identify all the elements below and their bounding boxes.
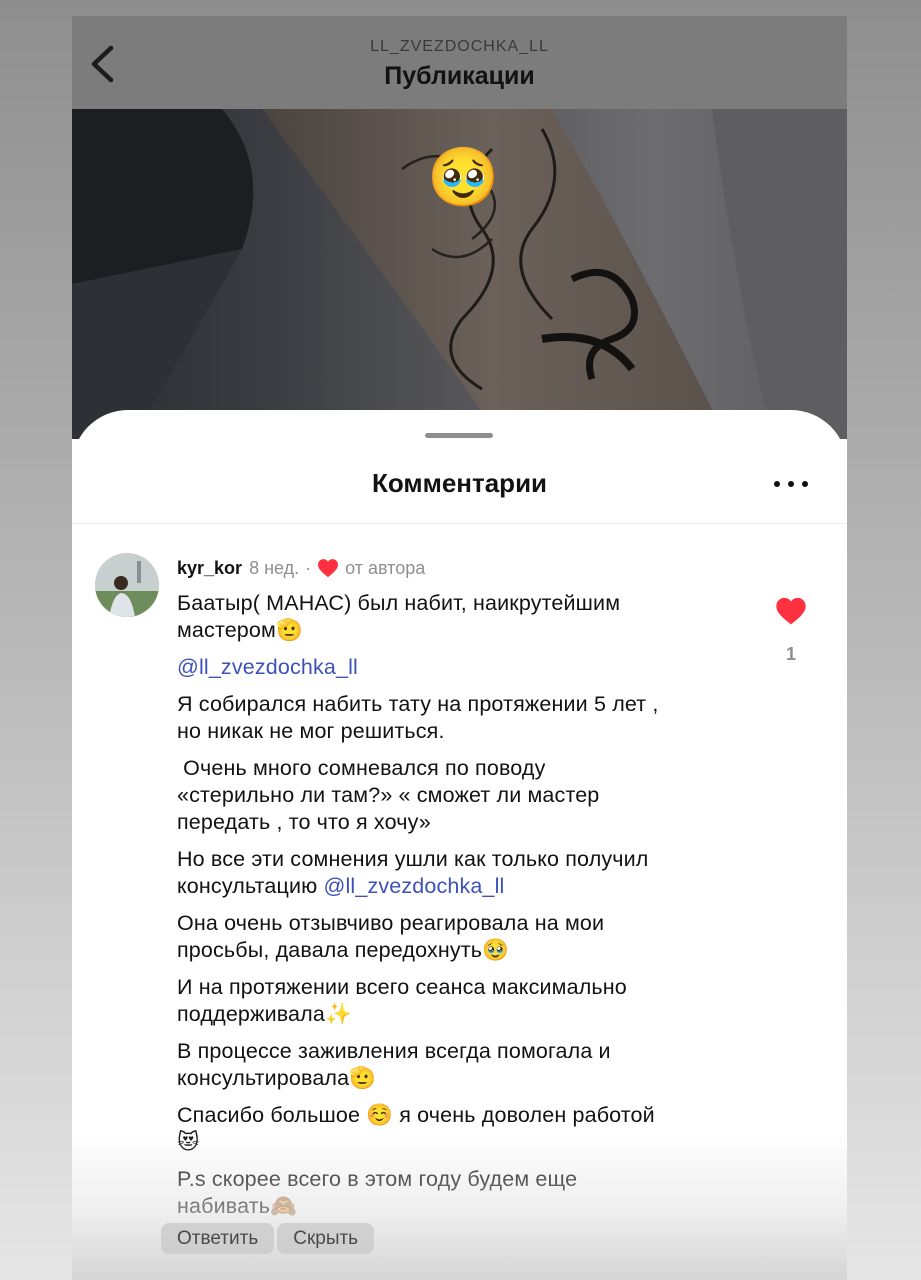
comment-text: консультировала🫡 [177, 1066, 377, 1090]
comment-text: Баатыр( МАНАС) был набит, наикрутейшим [177, 591, 621, 615]
comment-username[interactable]: kyr_kor [177, 558, 242, 579]
comment-line: мастером🫡 [177, 617, 737, 644]
comment-text: мастером🫡 [177, 618, 303, 642]
comment-time: 8 нед. [249, 557, 300, 578]
overlay-emoji: 🥹 [427, 145, 500, 210]
comment-paragraph: Я собирался набить тату на протяжении 5 … [177, 691, 737, 745]
comment-actions: Ответить Скрыть [161, 1223, 375, 1254]
comment-text: Она очень отзывчиво реагировала на мои [177, 911, 605, 935]
comment-line: консультировала🫡 [177, 1065, 737, 1092]
reply-button[interactable]: Ответить [161, 1223, 275, 1254]
comment-line: Я собирался набить тату на протяжении 5 … [177, 691, 737, 718]
comment-text: И на протяжении всего сеанса максимально [177, 975, 627, 999]
comment-text: P.s скорее всего в этом году будем еще [177, 1167, 578, 1191]
comment-paragraph: Очень много сомневался по поводу «стериль… [177, 755, 737, 836]
comment-paragraph: @ll_zvezdochka_ll [177, 654, 737, 681]
divider [72, 523, 847, 524]
comment-text: «стерильно ли там?» « сможет ли мастер [177, 783, 600, 807]
like-count[interactable]: 1 [776, 644, 806, 665]
heart-icon [318, 559, 339, 578]
comment-text: Очень много сомневался по поводу [177, 756, 546, 780]
comment-line: «стерильно ли там?» « сможет ли мастер [177, 782, 737, 809]
comment-line: но никак не мог решиться. [177, 718, 737, 745]
comment-line: просьбы, давала передохнуть🥹 [177, 937, 737, 964]
comment-paragraph: Она очень отзывчиво реагировала на мои пр… [177, 910, 737, 964]
comment-text: но никак не мог решиться. [177, 719, 445, 743]
avatar-photo [95, 553, 159, 617]
comment-line: набивать🙈 [177, 1193, 737, 1220]
comment-line: Спасибо большое ☺️ я очень доволен работ… [177, 1102, 737, 1129]
comment-line: @ll_zvezdochka_ll [177, 654, 737, 681]
comment-line: Она очень отзывчиво реагировала на мои [177, 910, 737, 937]
comments-title: Комментарии [371, 468, 548, 498]
comment-line: Очень много сомневался по поводу [177, 755, 737, 782]
comment: kyr_kor 8 нед. · от автора Баатыр( МАНАС… [177, 555, 737, 1220]
comment-line: 😻 [177, 1129, 737, 1156]
top-header: LL_ZVEZDOCHKA_LL Публикации [72, 16, 847, 109]
mention-link[interactable]: @ll_zvezdochka_ll [324, 874, 505, 898]
heart-icon [776, 597, 806, 625]
comments-sheet: Комментарии kyr_kor 8 нед. · от автора Б… [72, 410, 847, 1280]
comment-text: Спасибо большое ☺️ я очень доволен работ… [177, 1103, 655, 1127]
comment-text: В процессе заживления всегда помогала и [177, 1039, 611, 1063]
comment-paragraph: В процессе заживления всегда помогала и к… [177, 1038, 737, 1092]
page-title: Публикации [384, 62, 535, 90]
author-like-label: от автора [345, 557, 426, 578]
comment-line: Но все эти сомнения ушли как только полу… [177, 846, 737, 873]
phone-screen: LL_ZVEZDOCHKA_LL Публикации 🥹 Комментари… [72, 16, 847, 1280]
comment-text: 😻 [177, 1130, 200, 1154]
comment-paragraph: P.s скорее всего в этом году будем еще на… [177, 1166, 737, 1220]
like-button[interactable] [775, 596, 807, 626]
hide-button[interactable]: Скрыть [277, 1223, 375, 1254]
comment-text: Я собирался набить тату на протяжении 5 … [177, 692, 659, 716]
comment-text: набивать🙈 [177, 1194, 297, 1218]
comment-line: передать , то что я хочу» [177, 809, 737, 836]
comment-line: Баатыр( МАНАС) был набит, наикрутейшим [177, 590, 737, 617]
avatar[interactable] [95, 553, 159, 617]
comment-meta: kyr_kor 8 нед. · от автора [177, 555, 737, 581]
comment-text: передать , то что я хочу» [177, 810, 431, 834]
mention-link[interactable]: @ll_zvezdochka_ll [177, 655, 358, 679]
comment-paragraph: Баатыр( МАНАС) был набит, наикрутейшим ма… [177, 590, 737, 644]
sheet-grabber[interactable] [425, 433, 493, 438]
comment-body: Баатыр( МАНАС) был набит, наикрутейшим ма… [177, 590, 737, 1220]
meta-separator: · [305, 557, 312, 578]
comment-paragraph: И на протяжении всего сеанса максимально… [177, 974, 737, 1028]
more-horizontal-icon [774, 481, 780, 487]
comment-line: поддерживала✨ [177, 1001, 737, 1028]
more-options-button[interactable] [774, 478, 808, 492]
comment-line: P.s скорее всего в этом году будем еще [177, 1166, 737, 1193]
comment-text: просьбы, давала передохнуть🥹 [177, 938, 510, 962]
post-photo[interactable]: 🥹 [72, 109, 847, 439]
comment-text: поддерживала✨ [177, 1002, 352, 1026]
comment-paragraph: Но все эти сомнения ушли как только полу… [177, 846, 737, 900]
comment-text: консультацию [177, 874, 324, 898]
comment-paragraph: Спасибо большое ☺️ я очень доволен работ… [177, 1102, 737, 1156]
more-horizontal-icon [788, 481, 794, 487]
comment-line: консультацию @ll_zvezdochka_ll [177, 873, 737, 900]
comment-line: В процессе заживления всегда помогала и [177, 1038, 737, 1065]
comment-text: Но все эти сомнения ушли как только полу… [177, 847, 649, 871]
profile-username[interactable]: LL_ZVEZDOCHKA_LL [72, 38, 847, 56]
comment-line: И на протяжении всего сеанса максимально [177, 974, 737, 1001]
more-horizontal-icon [802, 481, 808, 487]
